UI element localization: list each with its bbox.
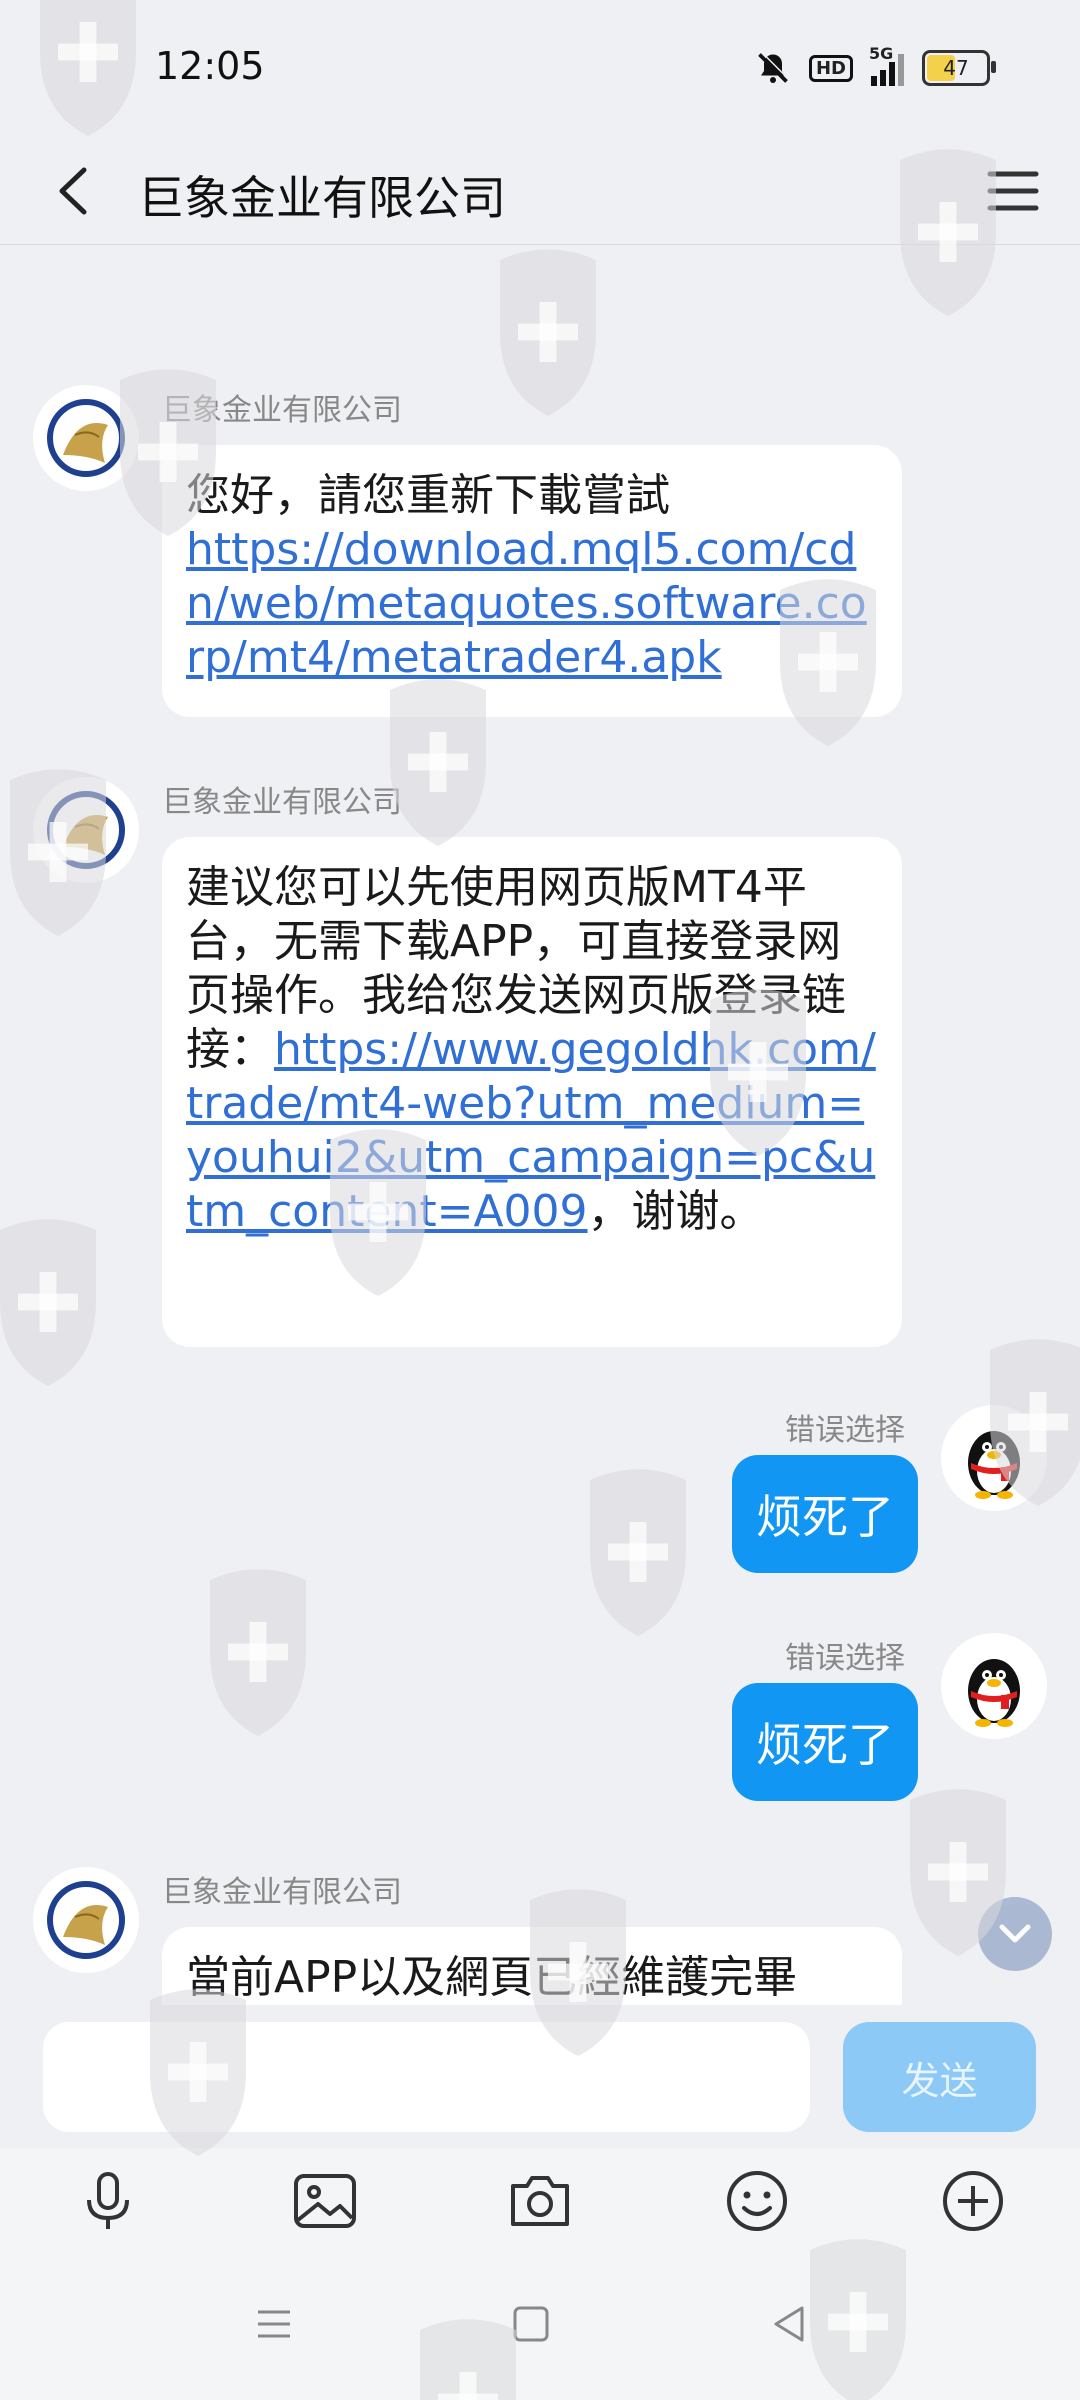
company-logo-icon [47, 1881, 125, 1959]
company-avatar[interactable] [33, 1867, 139, 1973]
sender-name: 错误选择 [785, 1413, 905, 1448]
sender-name: 巨象金业有限公司 [162, 393, 402, 428]
company-logo-icon [47, 399, 125, 477]
message-text: 當前APP以及網頁已經維護完畢 [186, 1952, 798, 2003]
message-bubble[interactable]: 烦死了 [732, 1455, 918, 1573]
message-bubble[interactable]: 當前APP以及網頁已經維護完畢 [162, 1927, 902, 2005]
user-avatar[interactable] [941, 1633, 1047, 1739]
message-bubble[interactable]: 您好，請您重新下載嘗試 https://download.mql5.com/cd… [162, 445, 902, 717]
scroll-down-button[interactable] [978, 1897, 1052, 1971]
plus-icon[interactable] [938, 2166, 1008, 2236]
sender-name: 巨象金业有限公司 [162, 1875, 402, 1910]
chevron-down-icon [999, 1924, 1031, 1943]
recent-apps-icon[interactable] [246, 2296, 302, 2352]
status-icons: HD 5G 47 [755, 44, 996, 90]
page-title: 巨象金业有限公司 [138, 171, 506, 225]
status-time: 12:05 [155, 44, 265, 88]
status-bar: 12:05 HD 5G 47 [0, 0, 1080, 140]
input-bar: 发送 [0, 2005, 1080, 2145]
penguin-icon [968, 1659, 1020, 1727]
back-arrow-icon[interactable] [38, 156, 108, 226]
company-avatar[interactable] [33, 385, 139, 491]
chat-header: 巨象金业有限公司 [0, 140, 1080, 245]
message-suffix: ，谢谢。 [587, 1186, 764, 1237]
message-link[interactable]: https://download.mql5.com/cdn/web/metaqu… [186, 523, 878, 685]
sender-name: 错误选择 [785, 1641, 905, 1676]
camera-icon[interactable] [505, 2166, 575, 2236]
battery-level: 47 [943, 56, 969, 80]
send-button[interactable]: 发送 [843, 2022, 1036, 2132]
message-text: 您好，請您重新下載嘗試 [186, 470, 670, 521]
back-nav-icon[interactable] [762, 2296, 818, 2352]
penguin-icon [968, 1431, 1020, 1499]
message-bubble[interactable]: 建议您可以先使用网页版MT4平台，无需下载APP，可直接登录网页操作。我给您发送… [162, 837, 902, 1347]
home-icon[interactable] [503, 2296, 559, 2352]
company-avatar[interactable] [33, 777, 139, 883]
hd-icon: HD [808, 54, 853, 82]
signal-icon: 5G [869, 44, 904, 86]
system-nav-bar [0, 2248, 1080, 2400]
network-label: 5G [869, 44, 894, 63]
message-bubble[interactable]: 烦死了 [732, 1683, 918, 1801]
emoji-icon[interactable] [722, 2166, 792, 2236]
message-input[interactable] [43, 2022, 810, 2132]
input-toolbar [0, 2148, 1080, 2248]
message-link[interactable]: https://www.gegoldhk.com/trade/mt4-web?u… [186, 1024, 876, 1237]
microphone-icon[interactable] [73, 2166, 143, 2236]
mute-icon [758, 51, 790, 83]
chat-list[interactable]: 巨象金业有限公司 您好，請您重新下載嘗試 https://download.mq… [0, 245, 1080, 2005]
menu-icon[interactable] [978, 156, 1048, 226]
image-icon[interactable] [290, 2166, 360, 2236]
sender-name: 巨象金业有限公司 [162, 785, 402, 820]
company-logo-icon [47, 791, 125, 869]
user-avatar[interactable] [941, 1405, 1047, 1511]
battery-icon: 47 [922, 50, 996, 86]
